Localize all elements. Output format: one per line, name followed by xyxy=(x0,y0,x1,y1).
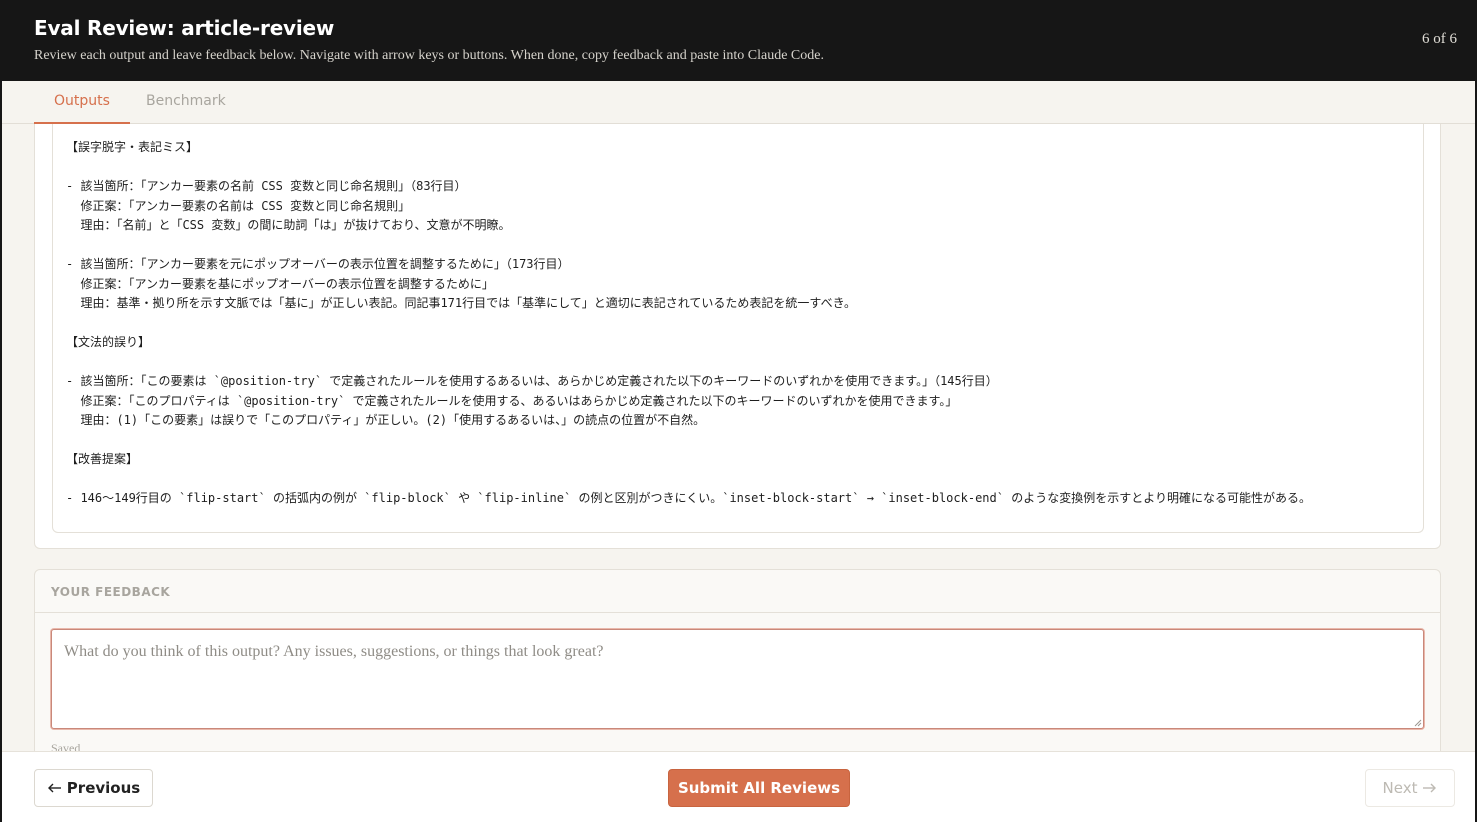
feedback-header: YOUR FEEDBACK xyxy=(35,570,1440,613)
feedback-section: YOUR FEEDBACK Saved xyxy=(34,569,1441,751)
output-counter: 6 of 6 xyxy=(1422,31,1457,47)
app-window: Eval Review: article-review Review each … xyxy=(2,0,1475,822)
submit-all-button[interactable]: Submit All Reviews xyxy=(668,769,850,807)
footer-nav: Previous Submit All Reviews Next xyxy=(2,751,1475,822)
arrow-right-icon xyxy=(1423,783,1437,793)
resize-grip-icon[interactable] xyxy=(1414,719,1422,727)
page-title: Eval Review: article-review xyxy=(34,16,335,40)
save-status: Saved xyxy=(51,741,81,751)
main-content: 【誤字脱字・表記ミス】 - 該当箇所：「アンカー要素の名前 CSS 変数と同じ命… xyxy=(2,124,1475,751)
page-subtitle: Review each output and leave feedback be… xyxy=(34,48,824,63)
tab-outputs[interactable]: Outputs xyxy=(34,81,130,124)
arrow-left-icon xyxy=(47,783,61,793)
submit-label: Submit All Reviews xyxy=(677,779,841,797)
next-label: Next xyxy=(1382,779,1418,797)
output-card: 【誤字脱字・表記ミス】 - 該当箇所：「アンカー要素の名前 CSS 変数と同じ命… xyxy=(34,124,1441,549)
page-header: Eval Review: article-review Review each … xyxy=(2,0,1475,81)
output-panel[interactable]: 【誤字脱字・表記ミス】 - 該当箇所：「アンカー要素の名前 CSS 変数と同じ命… xyxy=(52,124,1424,533)
output-text: 【誤字脱字・表記ミス】 - 該当箇所：「アンカー要素の名前 CSS 変数と同じ命… xyxy=(66,140,1311,505)
feedback-label: YOUR FEEDBACK xyxy=(51,585,171,599)
next-button[interactable]: Next xyxy=(1365,769,1455,807)
feedback-textarea[interactable] xyxy=(51,629,1424,729)
tab-benchmark[interactable]: Benchmark xyxy=(126,81,246,124)
tab-bar: Outputs Benchmark xyxy=(2,81,1475,124)
previous-button[interactable]: Previous xyxy=(34,769,153,807)
previous-label: Previous xyxy=(66,779,141,797)
